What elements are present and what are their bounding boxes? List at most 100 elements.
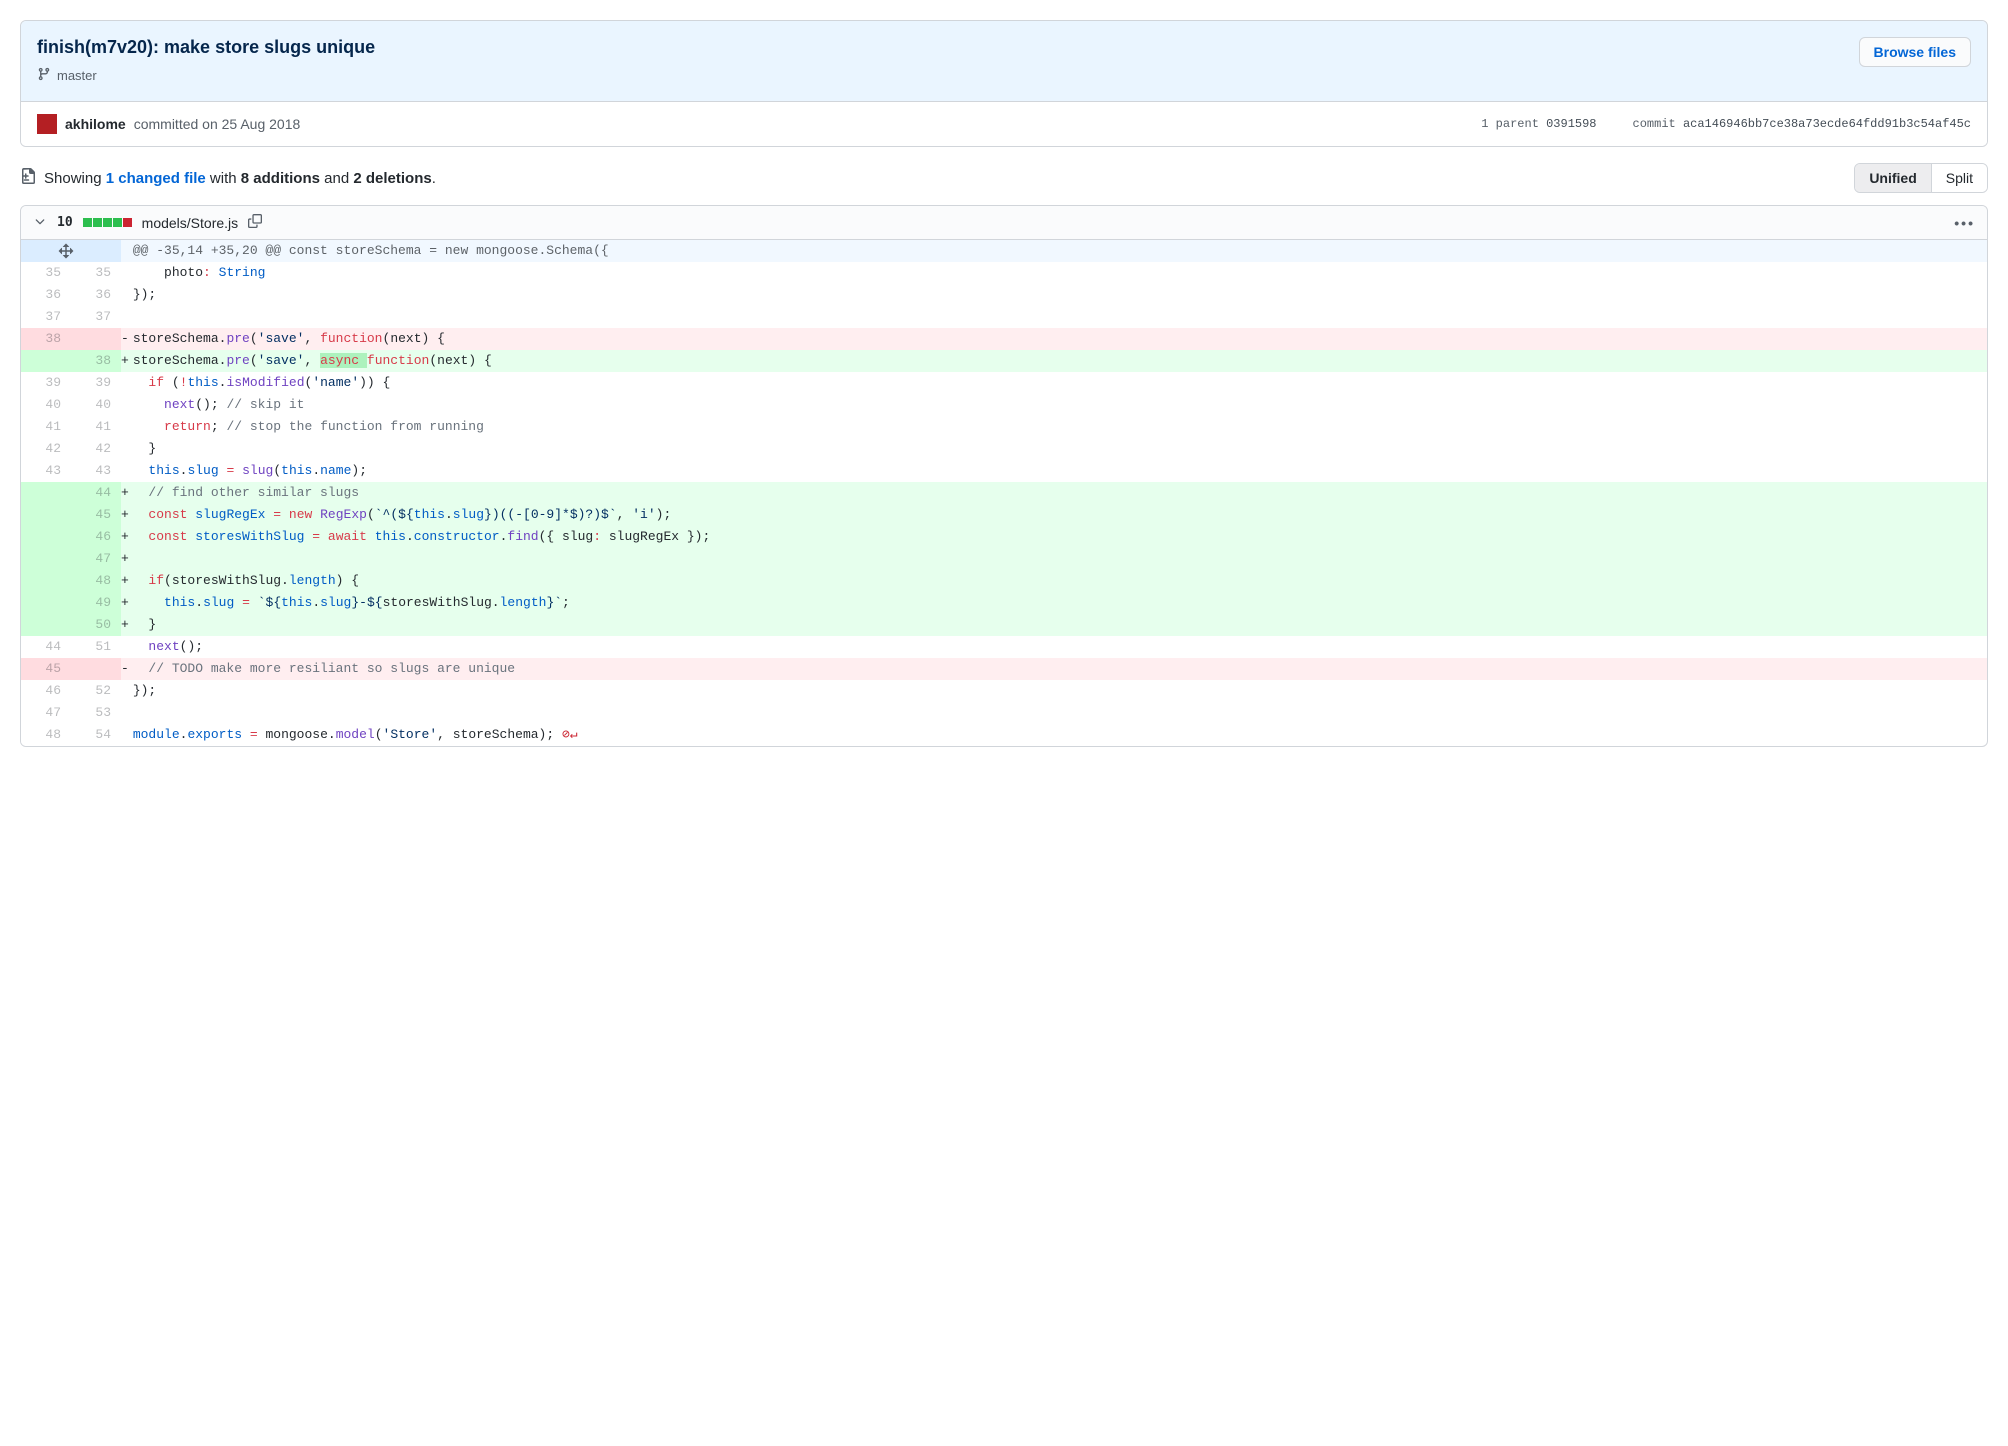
line-num-old[interactable] <box>21 482 71 504</box>
line-num-old[interactable]: 45 <box>21 658 71 680</box>
branch-name[interactable]: master <box>57 68 97 83</box>
line-num-old[interactable]: 43 <box>21 460 71 482</box>
line-num-new[interactable]: 43 <box>71 460 121 482</box>
line-num-new[interactable]: 44 <box>71 482 121 504</box>
line-num-new[interactable]: 49 <box>71 592 121 614</box>
code-cell: photo: String <box>129 262 1987 284</box>
line-num-old[interactable]: 39 <box>21 372 71 394</box>
diff-line: 4343 this.slug = slug(this.name); <box>21 460 1987 482</box>
code-cell: storeSchema.pre('save', async function(n… <box>129 350 1987 372</box>
diff-line: 49+ this.slug = `${this.slug}-${storesWi… <box>21 592 1987 614</box>
diff-table: @@ -35,14 +35,20 @@ const storeSchema = … <box>21 240 1987 746</box>
code-cell: next(); // skip it <box>129 394 1987 416</box>
commit-date: committed on 25 Aug 2018 <box>134 116 301 132</box>
line-num-new[interactable]: 38 <box>71 350 121 372</box>
chevron-down-icon[interactable] <box>33 214 47 231</box>
avatar[interactable] <box>37 114 57 134</box>
line-num-old[interactable]: 44 <box>21 636 71 658</box>
copy-icon[interactable] <box>248 214 262 231</box>
line-num-new[interactable]: 45 <box>71 504 121 526</box>
line-num-new[interactable]: 48 <box>71 570 121 592</box>
changed-files-link[interactable]: 1 changed file <box>106 170 206 187</box>
commit-header: finish(m7v20): make store slugs unique m… <box>21 21 1987 102</box>
line-num-new[interactable]: 41 <box>71 416 121 438</box>
diff-line: 3939 if (!this.isModified('name')) { <box>21 372 1987 394</box>
line-marker <box>121 372 129 394</box>
line-num-old[interactable] <box>21 350 71 372</box>
line-marker <box>121 680 129 702</box>
line-num-old[interactable]: 37 <box>21 306 71 328</box>
code-cell: }); <box>129 680 1987 702</box>
line-num-new[interactable]: 53 <box>71 702 121 724</box>
code-cell: // TODO make more resiliant so slugs are… <box>129 658 1987 680</box>
diff-line: 3737 <box>21 306 1987 328</box>
line-num-old[interactable] <box>21 526 71 548</box>
line-num-old[interactable]: 35 <box>21 262 71 284</box>
line-num-new[interactable]: 37 <box>71 306 121 328</box>
line-marker <box>121 724 129 746</box>
commit-meta: akhilome committed on 25 Aug 2018 1 pare… <box>21 102 1987 146</box>
kebab-icon[interactable]: ••• <box>1954 215 1975 231</box>
file-name[interactable]: models/Store.js <box>142 215 238 231</box>
line-num-old[interactable]: 41 <box>21 416 71 438</box>
diff-summary: Showing 1 changed file with 8 additions … <box>20 168 436 188</box>
split-button[interactable]: Split <box>1932 164 1987 192</box>
branch-row: master <box>37 66 1971 85</box>
line-marker: - <box>121 328 129 350</box>
code-cell: return; // stop the function from runnin… <box>129 416 1987 438</box>
code-cell: }); <box>129 284 1987 306</box>
line-num-old[interactable] <box>21 614 71 636</box>
line-num-new[interactable] <box>71 658 121 680</box>
line-num-old[interactable]: 42 <box>21 438 71 460</box>
line-num-old[interactable] <box>21 592 71 614</box>
line-marker: + <box>121 592 129 614</box>
author-link[interactable]: akhilome <box>65 116 126 132</box>
diff-line: 3636 }); <box>21 284 1987 306</box>
code-cell: if (!this.isModified('name')) { <box>129 372 1987 394</box>
code-cell: // find other similar slugs <box>129 482 1987 504</box>
code-cell: next(); <box>129 636 1987 658</box>
line-num-new[interactable] <box>71 328 121 350</box>
parent-sha[interactable]: 0391598 <box>1546 117 1596 131</box>
expand-icon[interactable] <box>21 240 121 262</box>
diff-line: 38-storeSchema.pre('save', function(next… <box>21 328 1987 350</box>
line-num-old[interactable]: 46 <box>21 680 71 702</box>
line-marker: - <box>121 658 129 680</box>
diff-line: 44+ // find other similar slugs <box>21 482 1987 504</box>
diff-line: 45 - // TODO make more resiliant so slugs… <box>21 658 1987 680</box>
line-marker: + <box>121 504 129 526</box>
line-num-old[interactable] <box>21 570 71 592</box>
diff-line: 4652 }); <box>21 680 1987 702</box>
line-num-old[interactable] <box>21 548 71 570</box>
line-num-old[interactable]: 40 <box>21 394 71 416</box>
line-num-old[interactable]: 47 <box>21 702 71 724</box>
line-marker <box>121 702 129 724</box>
line-num-new[interactable]: 35 <box>71 262 121 284</box>
line-marker <box>121 460 129 482</box>
line-marker: + <box>121 350 129 372</box>
line-num-new[interactable]: 51 <box>71 636 121 658</box>
line-num-new[interactable]: 54 <box>71 724 121 746</box>
line-num-new[interactable]: 46 <box>71 526 121 548</box>
line-marker: + <box>121 548 129 570</box>
file-diff-icon[interactable] <box>20 168 36 188</box>
additions-count: 8 additions <box>241 170 320 187</box>
unified-button[interactable]: Unified <box>1855 164 1931 192</box>
code-cell: this.slug = `${this.slug}-${storesWithSl… <box>129 592 1987 614</box>
diff-line: 4040 next(); // skip it <box>21 394 1987 416</box>
line-num-old[interactable]: 36 <box>21 284 71 306</box>
browse-files-button[interactable]: Browse files <box>1859 37 1971 67</box>
line-num-new[interactable]: 36 <box>71 284 121 306</box>
line-num-new[interactable]: 39 <box>71 372 121 394</box>
diff-line: 46+ const storesWithSlug = await this.co… <box>21 526 1987 548</box>
line-num-old[interactable]: 38 <box>21 328 71 350</box>
line-num-new[interactable]: 50 <box>71 614 121 636</box>
line-num-new[interactable]: 47 <box>71 548 121 570</box>
line-num-old[interactable]: 48 <box>21 724 71 746</box>
code-cell: module.exports = mongoose.model('Store',… <box>129 724 1987 746</box>
line-num-new[interactable]: 42 <box>71 438 121 460</box>
line-num-new[interactable]: 40 <box>71 394 121 416</box>
file-header: 10 models/Store.js ••• <box>21 206 1987 240</box>
line-num-new[interactable]: 52 <box>71 680 121 702</box>
line-num-old[interactable] <box>21 504 71 526</box>
